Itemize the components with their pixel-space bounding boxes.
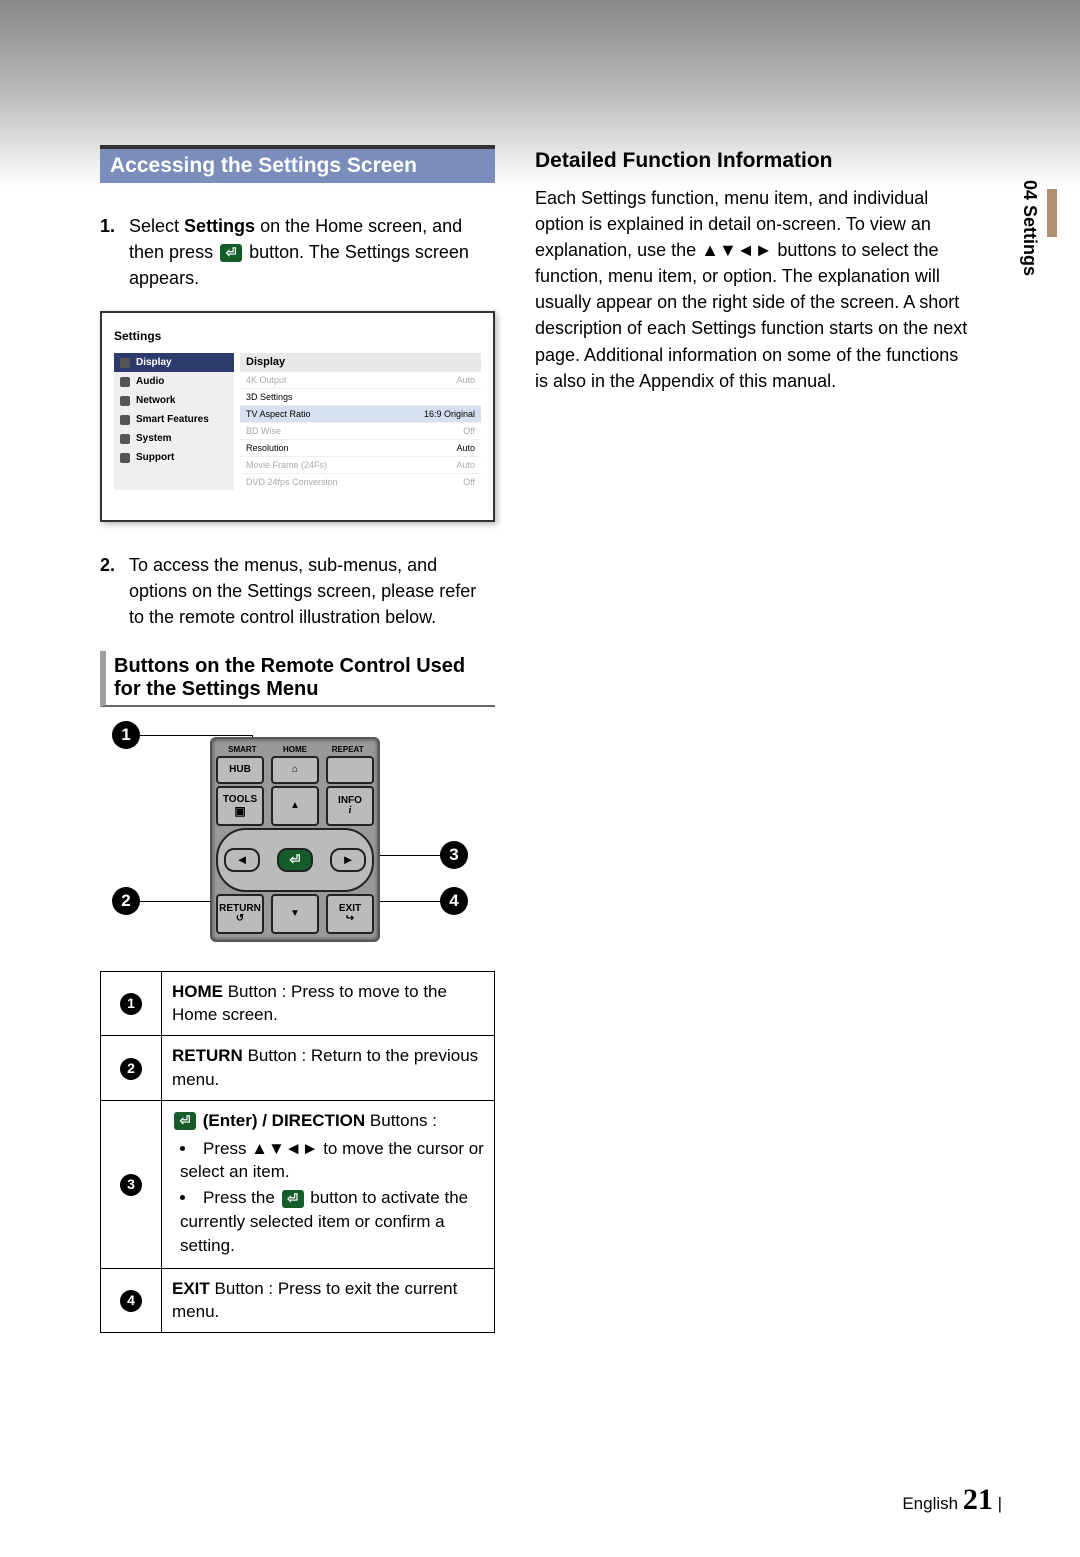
step-number: 2. <box>100 552 115 630</box>
enter-icon: ⏎ <box>174 1112 196 1130</box>
right-paragraph: Each Settings function, menu item, and i… <box>535 185 975 394</box>
settings-screenshot: Settings Display Audio Network Smart Fea… <box>100 311 495 522</box>
dpad-middle: ◄ ⏎ ► <box>216 828 374 892</box>
callout-2: 2 <box>112 887 140 915</box>
sub-heading: Buttons on the Remote Control Used for t… <box>100 651 495 707</box>
sidebar-item: Smart Features <box>114 410 234 429</box>
side-chapter-tab: 04 Settings <box>1019 180 1040 276</box>
home-button: ⌂ <box>271 756 319 784</box>
page-footer: English 21 | <box>100 1483 1002 1517</box>
screenshot-title: Settings <box>114 329 481 343</box>
step-number: 1. <box>100 213 115 291</box>
callout-1: 1 <box>112 721 140 749</box>
info-button: INFOi <box>326 786 374 826</box>
audio-icon <box>120 377 130 387</box>
tools-button: TOOLS▣ <box>216 786 264 826</box>
sidebar-item: Support <box>114 448 234 467</box>
step-text: To access the menus, sub-menus, and opti… <box>129 552 495 630</box>
screenshot-sidebar: Display Audio Network Smart Features Sys… <box>114 353 234 490</box>
remote-illustration: 1 2 3 4 SMART HOME REPEAT HUB ⌂ <box>110 727 495 947</box>
sidebar-item: System <box>114 429 234 448</box>
callout-badge: 1 <box>120 993 142 1015</box>
table-row: 4 EXIT Button : Press to exit the curren… <box>101 1268 495 1333</box>
sidebar-item: Network <box>114 391 234 410</box>
table-row: 2 RETURN Button : Return to the previous… <box>101 1036 495 1101</box>
up-button: ▲ <box>271 786 319 826</box>
exit-button: EXIT↪ <box>326 894 374 934</box>
list-item: Press the ⏎ button to activate the curre… <box>180 1186 484 1257</box>
left-button: ◄ <box>224 848 260 872</box>
display-icon <box>120 358 130 368</box>
callout-badge: 2 <box>120 1058 142 1080</box>
screenshot-main: Display 4K OutputAuto 3D Settings TV Asp… <box>240 353 481 490</box>
network-icon <box>120 396 130 406</box>
side-thumb-tab <box>1047 189 1057 237</box>
system-icon <box>120 434 130 444</box>
smart-icon <box>120 415 130 425</box>
return-button: RETURN↺ <box>216 894 264 934</box>
enter-icon: ⏎ <box>220 244 242 262</box>
sidebar-item: Display <box>114 353 234 372</box>
repeat-button <box>326 756 374 784</box>
button-description-table: 1 HOME Button : Press to move to the Hom… <box>100 971 495 1334</box>
step-text: Select Settings on the Home screen, and … <box>129 213 495 291</box>
section-banner: Accessing the Settings Screen <box>100 145 495 183</box>
callout-badge: 4 <box>120 1290 142 1312</box>
list-item: Press ▲▼◄► to move the cursor or select … <box>180 1137 484 1185</box>
down-button: ▼ <box>271 894 319 934</box>
hub-button: HUB <box>216 756 264 784</box>
sidebar-item: Audio <box>114 372 234 391</box>
callout-badge: 3 <box>120 1174 142 1196</box>
right-heading: Detailed Function Information <box>535 149 975 173</box>
enter-icon: ⏎ <box>282 1190 304 1208</box>
right-button: ► <box>330 848 366 872</box>
table-row: 3 ⏎ (Enter) / DIRECTION Buttons : Press … <box>101 1100 495 1268</box>
support-icon <box>120 453 130 463</box>
enter-button: ⏎ <box>277 848 313 872</box>
table-row: 1 HOME Button : Press to move to the Hom… <box>101 971 495 1036</box>
